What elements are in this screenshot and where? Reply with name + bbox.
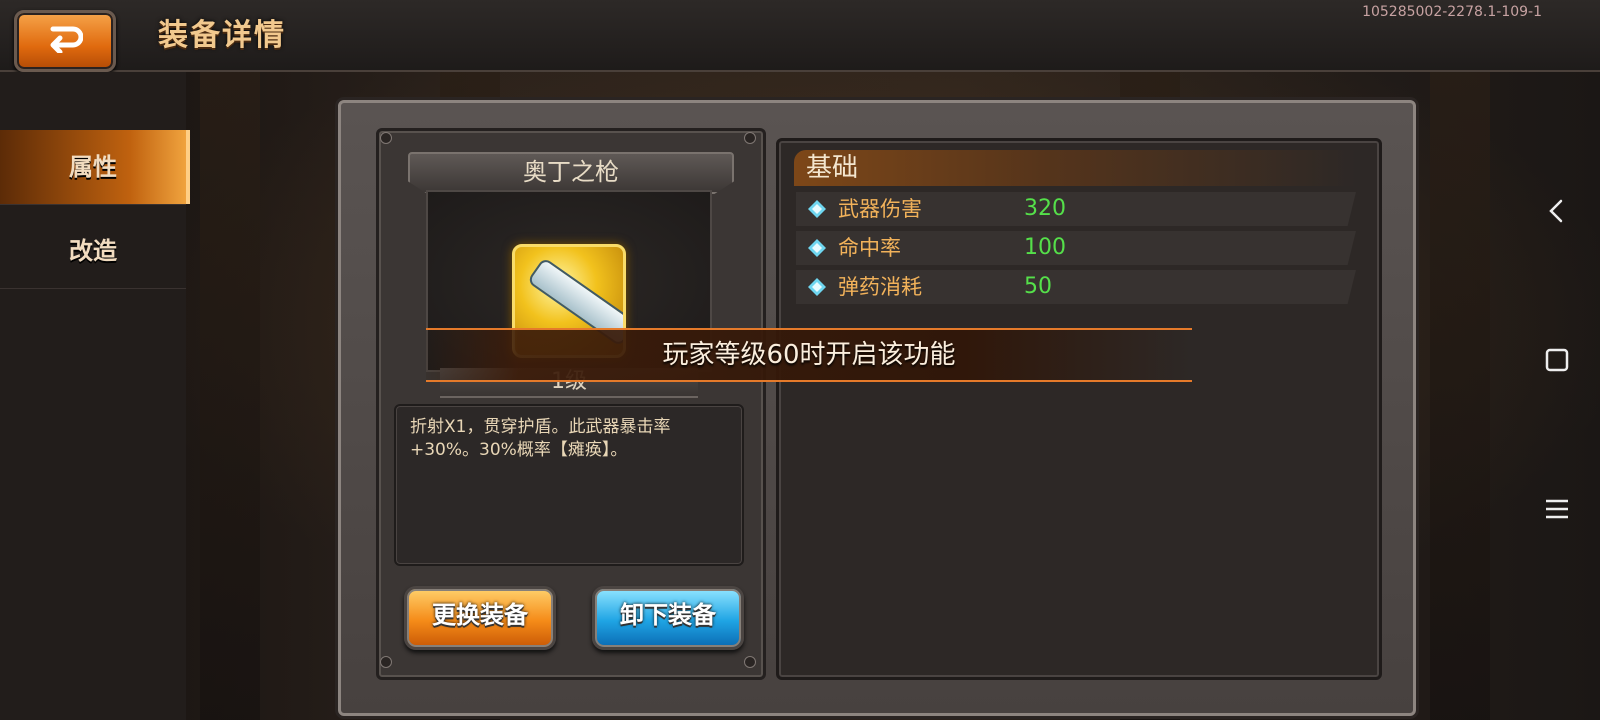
system-nav-bar <box>1512 0 1600 720</box>
page-title: 装备详情 <box>158 18 286 53</box>
back-chevron-icon[interactable] <box>1542 196 1572 226</box>
top-bar: 装备详情 105285002-2278.1-109-1 <box>0 0 1600 72</box>
change-equipment-button[interactable]: 更换装备 <box>404 586 556 650</box>
tab-modify[interactable]: 改造 <box>0 214 186 288</box>
bolt-decoration <box>744 132 756 144</box>
bolt-decoration <box>744 656 756 668</box>
item-name: 奥丁之枪 <box>408 152 734 194</box>
back-button[interactable] <box>14 10 116 72</box>
stat-label: 弹药消耗 <box>838 275 922 299</box>
bolt-decoration <box>380 656 392 668</box>
stat-value: 320 <box>1024 196 1066 221</box>
menu-lines-icon[interactable] <box>1542 494 1572 524</box>
unequip-button[interactable]: 卸下装备 <box>592 586 744 650</box>
side-nav: 属性 改造 <box>0 72 190 720</box>
diamond-bullet-icon <box>808 239 826 257</box>
tab-attributes[interactable]: 属性 <box>0 130 190 204</box>
stats-section-title: 基础 <box>794 150 1356 186</box>
stat-value: 50 <box>1024 274 1052 299</box>
stat-label: 命中率 <box>838 236 901 260</box>
background-pillar <box>200 40 260 720</box>
background-pillar <box>1430 40 1490 720</box>
level-lock-toast: 玩家等级60时开启该功能 <box>426 328 1192 382</box>
diamond-bullet-icon <box>808 278 826 296</box>
recents-square-icon[interactable] <box>1542 345 1572 375</box>
bolt-decoration <box>380 132 392 144</box>
stat-value: 100 <box>1024 235 1066 260</box>
nav-divider <box>0 204 186 205</box>
back-arrow-icon <box>50 26 83 53</box>
item-description: 折射X1，贯穿护盾。此武器暴击率+30%。30%概率【瘫痪】。 <box>410 417 671 460</box>
stat-label: 武器伤害 <box>838 197 922 221</box>
diamond-bullet-icon <box>808 200 826 218</box>
nav-divider <box>0 288 186 289</box>
